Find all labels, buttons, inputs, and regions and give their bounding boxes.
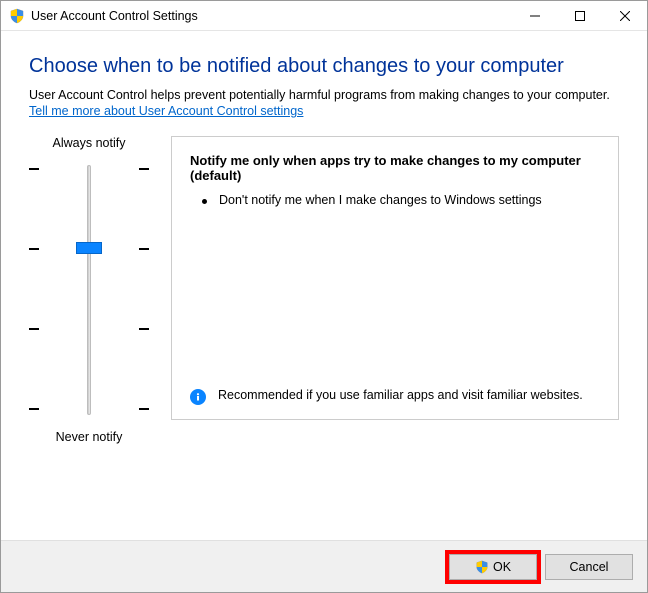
close-button[interactable] [602,1,647,30]
info-title: Notify me only when apps try to make cha… [190,153,600,183]
slider-tick [29,168,149,170]
slider-label-top: Always notify [53,136,126,150]
recommendation-row: Recommended if you use familiar apps and… [190,388,600,405]
info-bullet-text: Don't notify me when I make changes to W… [219,193,542,207]
learn-more-link[interactable]: Tell me more about User Account Control … [29,104,303,118]
notification-info-box: Notify me only when apps try to make cha… [171,136,619,420]
ok-button-label: OK [493,560,511,574]
slider-thumb[interactable] [76,242,102,254]
minimize-button[interactable] [512,1,557,30]
shield-icon [475,560,489,574]
slider-track [87,165,91,415]
slider-tick [29,328,149,330]
body-row: Always notify Never notify Notify me onl… [29,136,619,444]
ok-button[interactable]: OK [449,554,537,580]
notification-slider[interactable] [29,160,149,420]
uac-settings-window: User Account Control Settings Choose whe… [0,0,648,593]
cancel-button-label: Cancel [570,560,609,574]
page-heading: Choose when to be notified about changes… [29,55,619,78]
recommendation-text: Recommended if you use familiar apps and… [218,388,583,402]
page-description: User Account Control helps prevent poten… [29,88,619,102]
footer: OK Cancel [1,540,647,592]
slider-label-bottom: Never notify [56,430,123,444]
content-area: Choose when to be notified about changes… [1,31,647,540]
info-icon [190,389,206,405]
bullet-icon [202,199,207,204]
titlebar: User Account Control Settings [1,1,647,31]
maximize-button[interactable] [557,1,602,30]
info-bullet-row: Don't notify me when I make changes to W… [202,193,600,207]
window-title: User Account Control Settings [31,9,512,23]
slider-tick [29,408,149,410]
notification-slider-column: Always notify Never notify [29,136,149,444]
cancel-button[interactable]: Cancel [545,554,633,580]
shield-icon [9,8,25,24]
